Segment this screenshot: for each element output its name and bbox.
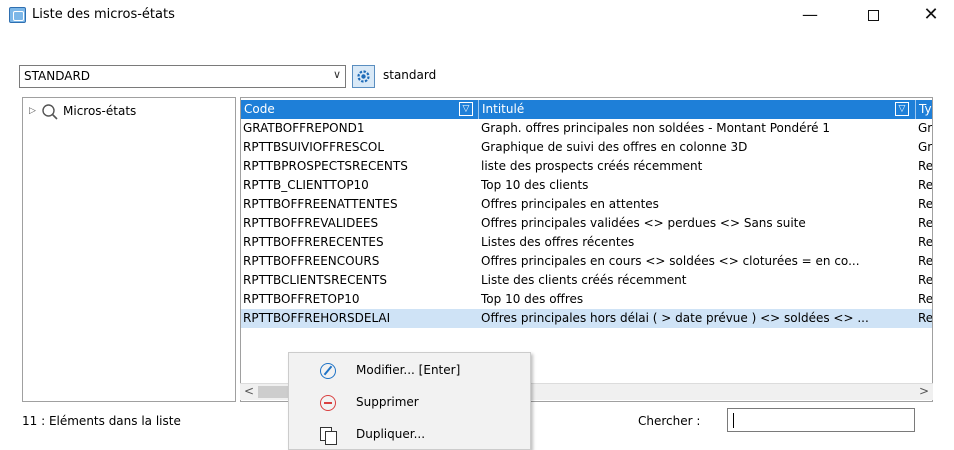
close-button[interactable]: ✕ — [908, 0, 954, 30]
app-icon — [9, 7, 26, 23]
cell-type: Re — [918, 254, 933, 268]
column-header-type[interactable]: Ty — [916, 100, 932, 119]
cell-code: RPTTBOFFREHORSDELAI — [243, 311, 391, 325]
sort-down-icon[interactable]: ▽ — [459, 102, 473, 116]
cell-code: RPTTBOFFRETOP10 — [243, 292, 360, 306]
cell-code: GRATBOFFREPOND1 — [243, 121, 365, 135]
menu-item-label: Modifier... [Enter] — [356, 363, 461, 377]
menu-item-dupliquer[interactable]: Dupliquer... — [289, 419, 530, 450]
edit-icon — [320, 363, 336, 379]
item-count: 11 : Eléments dans la liste — [22, 414, 181, 428]
table-row[interactable]: RPTTBSUIVIOFFRESCOL Graphique de suivi de… — [241, 138, 933, 157]
maximize-button[interactable] — [850, 0, 896, 30]
cell-intitule: Graph. offres principales non soldées - … — [481, 121, 830, 135]
cell-intitule: Liste des clients créés récemment — [481, 273, 687, 287]
search-icon — [42, 104, 58, 120]
scroll-left-icon[interactable]: < — [244, 384, 254, 398]
menu-item-label: Supprimer — [356, 395, 419, 409]
table-row[interactable]: GRATBOFFREPOND1 Graph. offres principales… — [241, 119, 933, 138]
table-row[interactable]: RPTTBOFFREENATTENTES Offres principales e… — [241, 195, 933, 214]
chevron-down-icon[interactable]: ∨ — [333, 68, 341, 81]
view-select-value: STANDARD — [24, 69, 91, 83]
cell-intitule: Graphique de suivi des offres en colonne… — [481, 140, 748, 154]
table-row[interactable]: RPTTBOFFREENCOURS Offres principales en c… — [241, 252, 933, 271]
cell-intitule: Offres principales en cours <> soldées <… — [481, 254, 860, 268]
sort-down-icon[interactable]: ▽ — [895, 102, 909, 116]
cell-type: Re — [918, 197, 933, 211]
cell-code: RPTTBSUIVIOFFRESCOL — [243, 140, 385, 154]
table-row[interactable]: RPTTBPROSPECTSRECENTS liste des prospects… — [241, 157, 933, 176]
menu-item-modifier[interactable]: Modifier... [Enter] — [289, 355, 530, 387]
column-header-code-label: Code — [244, 102, 275, 116]
table-row[interactable]: RPTTBOFFRETOP10 Top 10 des offres Re — [241, 290, 933, 309]
minimize-button[interactable]: — — [787, 0, 833, 30]
cell-code: RPTTB_CLIENTTOP10 — [243, 178, 369, 192]
cell-intitule: Offres principales hors délai ( > date p… — [481, 311, 869, 325]
text-caret — [733, 413, 734, 428]
table-row[interactable]: RPTTBCLIENTSRECENTS Liste des clients cré… — [241, 271, 933, 290]
column-header-intitule[interactable]: Intitulé ▽ — [479, 100, 916, 119]
column-header-code[interactable]: Code ▽ — [241, 100, 479, 119]
window-title: Liste des micros-états — [32, 7, 175, 22]
context-menu: Modifier... [Enter] Supprimer Dupliquer.… — [288, 352, 531, 450]
table-row[interactable]: RPTTBOFFREVALIDEES Offres principales val… — [241, 214, 933, 233]
cell-intitule: liste des prospects créés récemment — [481, 159, 703, 173]
gear-icon — [357, 70, 370, 83]
cell-code: RPTTBOFFRERECENTES — [243, 235, 384, 249]
cell-intitule: Top 10 des clients — [481, 178, 589, 192]
view-settings-button[interactable] — [352, 65, 375, 88]
delete-icon — [320, 395, 336, 411]
search-label: Chercher : — [638, 414, 701, 428]
scroll-right-icon[interactable]: > — [919, 384, 929, 398]
column-header-intitule-label: Intitulé — [482, 102, 525, 116]
cell-type: Re — [918, 178, 933, 192]
cell-code: RPTTBOFFREENCOURS — [243, 254, 380, 268]
tree-panel: ▷ Micros-états — [22, 97, 236, 402]
view-name-label: standard — [383, 68, 437, 82]
cell-intitule: Listes des offres récentes — [481, 235, 635, 249]
view-select[interactable]: STANDARD ∨ — [19, 65, 346, 88]
cell-type: Re — [918, 311, 933, 325]
maximize-icon — [867, 10, 879, 21]
table-row[interactable]: RPTTBOFFRERECENTES Listes des offres réce… — [241, 233, 933, 252]
menu-item-label: Dupliquer... — [356, 427, 426, 441]
table-row[interactable]: RPTTB_CLIENTTOP10 Top 10 des clients Re — [241, 176, 933, 195]
tree-node-micros-etats[interactable]: Micros-états — [63, 104, 136, 118]
cell-type: Re — [918, 216, 933, 230]
cell-type: Re — [918, 235, 933, 249]
cell-type: Re — [918, 159, 933, 173]
cell-code: RPTTBOFFREVALIDEES — [243, 216, 379, 230]
column-header-type-label: Ty — [919, 102, 932, 116]
grid-rows: GRATBOFFREPOND1 Graph. offres principales… — [241, 119, 933, 328]
cell-intitule: Offres principales validées <> perdues <… — [481, 216, 806, 230]
menu-item-supprimer[interactable]: Supprimer — [289, 387, 530, 419]
cell-code: RPTTBOFFREENATTENTES — [243, 197, 398, 211]
cell-code: RPTTBCLIENTSRECENTS — [243, 273, 387, 287]
cell-type: Gr — [918, 121, 933, 135]
title-bar: Liste des micros-états — ✕ — [0, 0, 954, 30]
cell-type: Gr — [918, 140, 933, 154]
grid-header: Code ▽ Intitulé ▽ Ty — [241, 100, 932, 119]
cell-code: RPTTBPROSPECTSRECENTS — [243, 159, 408, 173]
cell-type: Re — [918, 273, 933, 287]
cell-intitule: Top 10 des offres — [481, 292, 584, 306]
search-input[interactable] — [727, 408, 915, 432]
expand-arrow-icon[interactable]: ▷ — [29, 106, 36, 116]
cell-intitule: Offres principales en attentes — [481, 197, 659, 211]
duplicate-icon — [320, 427, 337, 445]
table-row-selected[interactable]: RPTTBOFFREHORSDELAI Offres principales ho… — [241, 309, 933, 328]
cell-type: Re — [918, 292, 933, 306]
